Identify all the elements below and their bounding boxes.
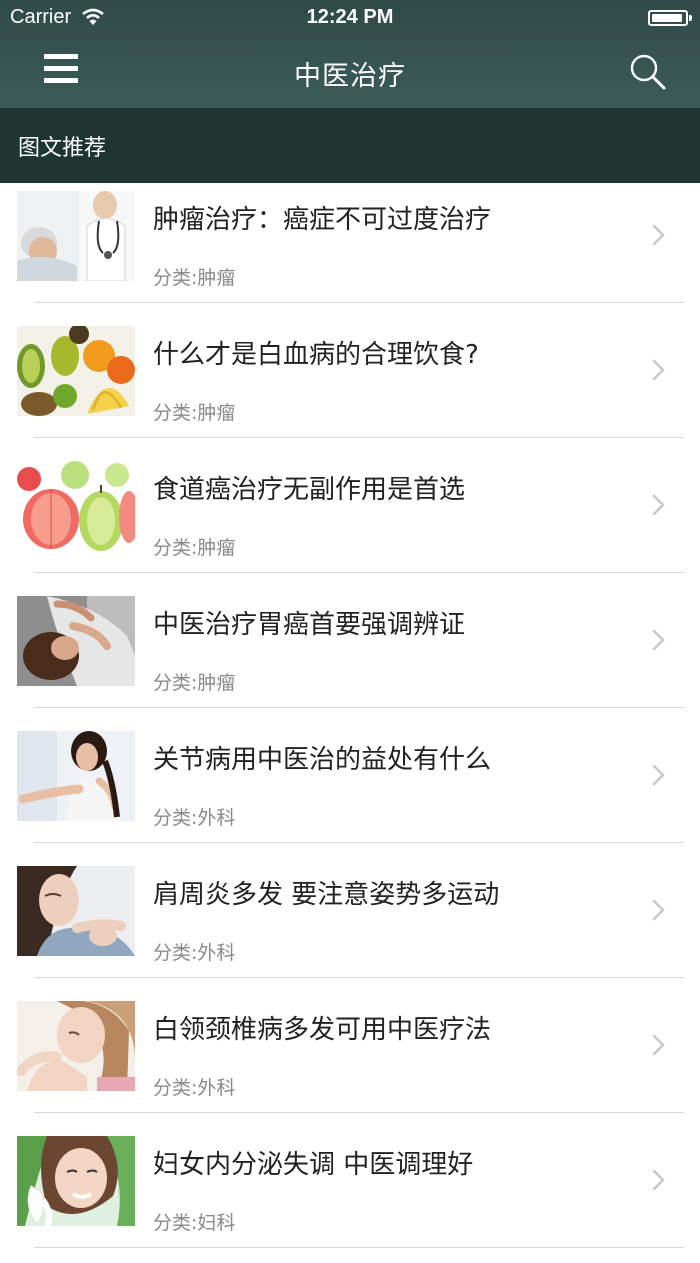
row-separator (34, 302, 684, 303)
article-category: 分类:外科 (153, 942, 236, 964)
article-thumbnail (17, 866, 135, 956)
article-title: 食道癌治疗无副作用是首选 (153, 475, 466, 505)
row-separator (34, 1112, 684, 1113)
article-category: 分类:肿瘤 (153, 672, 236, 694)
article-thumbnail (17, 596, 135, 686)
article-thumbnail (17, 326, 135, 416)
article-title: 中医治疗胃癌首要强调辨证 (153, 610, 466, 640)
chevron-right-icon (652, 359, 665, 381)
row-separator (34, 1247, 684, 1248)
row-separator (34, 977, 684, 978)
article-thumbnail (17, 1001, 135, 1091)
article-title: 什么才是白血病的合理饮食? (153, 340, 479, 370)
article-category: 分类:肿瘤 (153, 402, 236, 424)
row-separator (34, 437, 684, 438)
chevron-right-icon (652, 1034, 665, 1056)
list-item[interactable]: 肿瘤治疗：癌症不可过度治疗分类:肿瘤 (0, 183, 700, 318)
article-title: 白领颈椎病多发可用中医疗法 (153, 1015, 492, 1045)
chevron-right-icon (652, 1169, 665, 1191)
list-item[interactable]: 什么才是白血病的合理饮食? 分类:肿瘤 (0, 318, 700, 453)
article-thumbnail (17, 461, 135, 551)
list-item[interactable]: 白领颈椎病多发可用中医疗法分类:外科 (0, 993, 700, 1128)
chevron-right-icon (652, 764, 665, 786)
page-title: 中医治疗 (294, 61, 406, 92)
row-separator (34, 842, 684, 843)
list-item[interactable]: 食道癌治疗无副作用是首选分类:肿瘤 (0, 453, 700, 588)
status-time: 12:24 PM (306, 6, 394, 28)
row-separator (34, 572, 684, 573)
list-item[interactable]: 关节病用中医治的益处有什么分类:外科 (0, 723, 700, 858)
chevron-right-icon (652, 224, 665, 246)
article-category: 分类:肿瘤 (153, 537, 236, 559)
battery-level (652, 14, 683, 22)
battery-icon (648, 10, 688, 26)
list-item[interactable]: 妇女内分泌失调 中医调理好分类:妇科 (0, 1128, 700, 1263)
search-icon[interactable] (626, 50, 670, 94)
battery-tip (689, 15, 692, 21)
list-item[interactable]: 肩周炎多发 要注意姿势多运动分类:外科 (0, 858, 700, 993)
list-item[interactable]: 中医治疗胃癌首要强调辨证分类:肿瘤 (0, 588, 700, 723)
status-bar: Carrier 12:24 PM (0, 0, 700, 36)
article-title: 肿瘤治疗：癌症不可过度治疗 (153, 205, 492, 235)
section-header: 图文推荐 (0, 108, 700, 183)
navigation-bar: Carrier 12:24 PM 中医治疗 (0, 0, 700, 108)
article-category: 分类:妇科 (153, 1212, 236, 1234)
article-thumbnail (17, 1136, 135, 1226)
article-title: 关节病用中医治的益处有什么 (153, 745, 492, 775)
section-title: 图文推荐 (18, 136, 107, 161)
article-thumbnail (17, 191, 135, 281)
article-title: 妇女内分泌失调 中医调理好 (153, 1150, 474, 1180)
chevron-right-icon (652, 899, 665, 921)
article-thumbnail (17, 731, 135, 821)
chevron-right-icon (652, 494, 665, 516)
article-category: 分类:外科 (153, 1077, 236, 1099)
row-separator (34, 707, 684, 708)
article-category: 分类:外科 (153, 807, 236, 829)
chevron-right-icon (652, 629, 665, 651)
article-title: 肩周炎多发 要注意姿势多运动 (153, 880, 500, 910)
article-category: 分类:肿瘤 (153, 267, 236, 289)
